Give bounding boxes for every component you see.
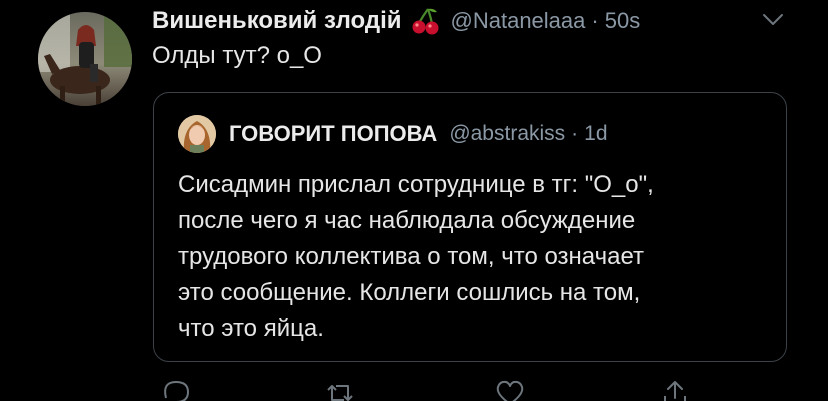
- retweet-icon[interactable]: [322, 378, 358, 401]
- quoted-author-handle: @abstrakiss: [449, 122, 566, 145]
- quoted-text-line: это сообщение. Коллеги сошлись на том,: [178, 279, 641, 306]
- quoted-author-display-name: ГОВОРИТ ПОПОВА: [229, 121, 438, 146]
- like-icon[interactable]: [492, 378, 528, 401]
- quoted-text-line: что это яйца.: [178, 315, 324, 342]
- tweet-timestamp[interactable]: 50s: [605, 8, 640, 34]
- quoted-tweet-header: ГОВОРИТ ПОПОВА @abstrakiss · 1d: [229, 118, 608, 150]
- chevron-down-icon[interactable]: [762, 13, 784, 27]
- author-handle[interactable]: @Natanelaaa: [451, 8, 586, 34]
- quoted-tweet-text: Сисадмин прислал сотруднице в тг: "О_о",…: [178, 167, 778, 347]
- quoted-tweet-timestamp: 1d: [584, 122, 608, 145]
- tweet-header: Вишеньковий злодій @Natanelaaa · 50s: [152, 4, 640, 38]
- share-icon[interactable]: [657, 378, 693, 401]
- quoted-meta-separator: ·: [571, 122, 579, 145]
- cherries-icon: [411, 6, 441, 36]
- meta-separator: ·: [591, 8, 599, 33]
- quoted-tweet-card[interactable]: ГОВОРИТ ПОПОВА @abstrakiss · 1d Сисадмин…: [153, 92, 787, 362]
- quoted-text-line: после чего я час наблюдала обсуждение: [178, 207, 636, 234]
- quoted-author-avatar: [178, 115, 216, 153]
- quoted-text-line: трудового коллектива о том, что означает: [178, 243, 645, 270]
- author-avatar[interactable]: [38, 12, 132, 106]
- quoted-text-line: Сисадмин прислал сотруднице в тг: "О_о",: [178, 171, 654, 198]
- reply-icon[interactable]: [158, 378, 194, 401]
- tweet-text: Олды тут? о_О: [152, 42, 322, 69]
- tweet-action-bar: [152, 378, 712, 401]
- author-display-name[interactable]: Вишеньковий злодій: [152, 7, 402, 35]
